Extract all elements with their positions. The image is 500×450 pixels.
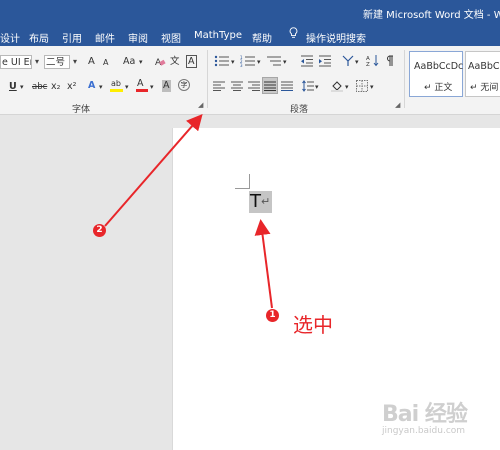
select-annotation-label: 选中 — [293, 313, 333, 337]
watermark-url: jingyan.baidu.com — [382, 426, 466, 436]
step-badge-1: 1 — [266, 309, 279, 322]
arrow-to-font-launcher — [104, 113, 203, 227]
watermark-logo: Bai 经验 — [382, 402, 468, 427]
baidu-watermark: Bai 经验 jingyan.baidu.com — [378, 392, 494, 440]
arrow-to-selection — [254, 219, 273, 309]
step-badge-2: 2 — [93, 224, 106, 237]
annotation-arrows — [104, 113, 273, 309]
